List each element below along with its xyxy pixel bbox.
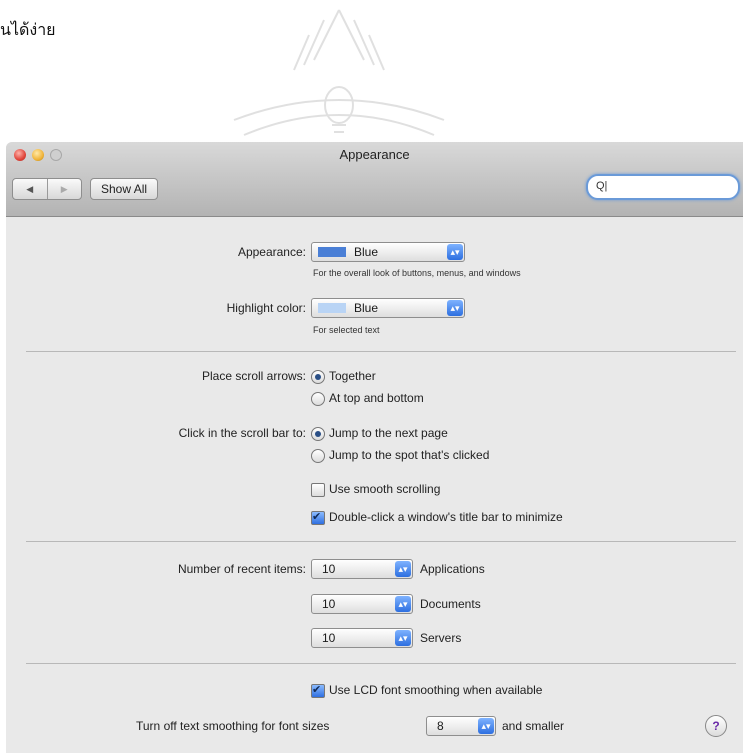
radio-together[interactable]: [311, 370, 325, 384]
separator: [26, 351, 736, 352]
font-size-value: 8: [437, 719, 444, 733]
radio-spot-clicked-label: Jump to the spot that's clicked: [329, 448, 490, 462]
appearance-help-text: For the overall look of buttons, menus, …: [313, 268, 521, 278]
help-button[interactable]: ?: [705, 715, 727, 737]
window-toolbar: Appearance ◀ ▶ Show All Q|: [6, 142, 743, 217]
scroll-click-label: Click in the scroll bar to:: [178, 426, 306, 440]
popup-stepper-icon: ▴▾: [395, 561, 411, 577]
recent-servers-popup[interactable]: 10 ▴▾: [311, 628, 413, 648]
scroll-arrows-label: Place scroll arrows:: [201, 369, 306, 383]
forward-icon[interactable]: ▶: [46, 179, 82, 199]
recent-items-label: Number of recent items:: [177, 562, 306, 576]
radio-next-page-label: Jump to the next page: [329, 426, 448, 440]
lcd-smoothing-checkbox[interactable]: [311, 683, 325, 698]
recent-documents-value: 10: [322, 597, 336, 611]
search-icon: Q|: [596, 180, 608, 192]
highlight-label: Highlight color:: [226, 301, 306, 315]
radio-top-and-bottom-label: At top and bottom: [329, 391, 424, 405]
recent-documents-popup[interactable]: 10 ▴▾: [311, 594, 413, 614]
font-smoothing-prefix: Turn off text smoothing for font sizes: [136, 719, 330, 733]
popup-stepper-icon: ▴▾: [447, 300, 463, 316]
back-icon[interactable]: ◀: [13, 179, 47, 199]
document-text-fragment: นได้ง่าย: [0, 20, 56, 39]
popup-stepper-icon: ▴▾: [395, 596, 411, 612]
search-field[interactable]: Q|: [586, 174, 740, 200]
lcd-smoothing-label: Use LCD font smoothing when available: [329, 683, 543, 697]
font-size-popup[interactable]: 8 ▴▾: [426, 716, 496, 736]
separator: [26, 541, 736, 542]
recent-servers-value: 10: [322, 631, 336, 645]
show-all-button[interactable]: Show All: [90, 178, 159, 200]
popup-stepper-icon: ▴▾: [447, 244, 463, 260]
appearance-preferences-window: Appearance ◀ ▶ Show All Q| Appearance: B…: [6, 142, 743, 753]
search-input[interactable]: [610, 178, 729, 196]
popup-stepper-icon: ▴▾: [478, 718, 494, 734]
separator: [26, 663, 736, 664]
recent-applications-value: 10: [322, 562, 336, 576]
highlight-popup-value: Blue: [354, 301, 379, 315]
highlight-popup[interactable]: Blue ▴▾: [311, 298, 465, 318]
appearance-label: Appearance:: [237, 245, 306, 259]
recent-documents-label: Documents: [420, 597, 481, 611]
appearance-popup-value: Blue: [354, 245, 379, 259]
window-title: Appearance: [339, 147, 410, 162]
recent-applications-label: Applications: [420, 562, 485, 576]
radio-spot-clicked[interactable]: [311, 449, 325, 463]
popup-stepper-icon: ▴▾: [395, 630, 411, 646]
highlight-help-text: For selected text: [313, 325, 380, 335]
smooth-scrolling-label: Use smooth scrolling: [329, 482, 441, 496]
smooth-scrolling-checkbox[interactable]: [311, 483, 325, 497]
appearance-swatch: [318, 247, 346, 257]
recent-applications-popup[interactable]: 10 ▴▾: [311, 559, 413, 579]
radio-together-label: Together: [329, 369, 376, 383]
font-smoothing-suffix: and smaller: [502, 719, 565, 733]
university-seal-watermark: [233, 9, 445, 136]
radio-next-page[interactable]: [311, 427, 325, 441]
double-click-minimize-checkbox[interactable]: [311, 510, 325, 525]
navigation-buttons: ◀ ▶: [12, 178, 82, 200]
double-click-minimize-label: Double-click a window's title bar to min…: [329, 510, 563, 524]
recent-servers-label: Servers: [420, 631, 462, 645]
highlight-swatch: [318, 303, 346, 313]
radio-top-and-bottom[interactable]: [311, 392, 325, 406]
appearance-popup[interactable]: Blue ▴▾: [311, 242, 465, 262]
